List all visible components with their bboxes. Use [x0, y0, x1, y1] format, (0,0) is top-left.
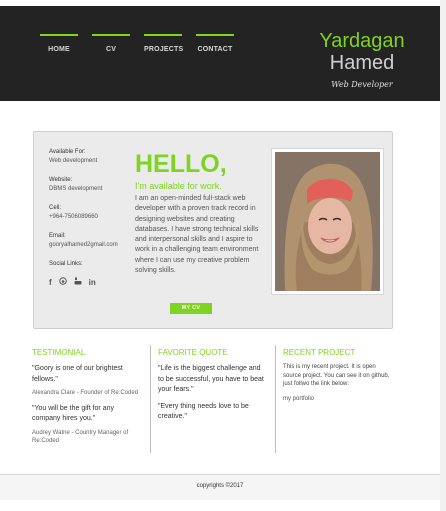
- facebook-icon[interactable]: f: [49, 278, 52, 287]
- page: HOME CV PROJECTS CONTACT Yardagan Hamed …: [0, 0, 440, 511]
- recent-project-description: This is my recent project. It is open so…: [283, 364, 390, 388]
- nav-contact-underline: [196, 34, 234, 36]
- website-value: DBMS development: [49, 186, 103, 192]
- brand-role: Web Developer: [331, 80, 393, 89]
- recent-project-title: RECENT PROJECT: [283, 348, 356, 357]
- profile-photo-frame: [271, 148, 384, 295]
- nav-cv-label: CV: [105, 46, 117, 53]
- contact-info: Available For: Web development Website: …: [49, 148, 139, 287]
- testimonial-quote: "Goory is one of our brightest fellows.": [32, 365, 123, 383]
- brand: Yardagan Hamed Web Developer: [302, 30, 422, 89]
- testimonial-quote: "You will be the gift for any company hi…: [32, 404, 114, 423]
- github-icon[interactable]: [58, 277, 67, 287]
- nav-home-label: HOME: [48, 46, 70, 53]
- brand-last-name: Hamed: [329, 52, 395, 74]
- available-value: Web development: [49, 158, 98, 164]
- cell-value: +964-7506089660: [49, 214, 98, 220]
- cell-label: Cell:: [49, 205, 62, 211]
- email-value[interactable]: gooryalhamed2gmail.com: [49, 241, 139, 250]
- footer: copyrights ©2017: [0, 474, 440, 500]
- brand-first-name: Yardagan: [319, 30, 405, 52]
- available-label: Available For:: [49, 149, 86, 155]
- nav-contact-label: CONTACT: [197, 46, 233, 53]
- nav-projects-underline: [144, 34, 182, 36]
- profile-card: Available For: Web development Website: …: [33, 131, 393, 329]
- nav-cv-underline: [92, 34, 130, 36]
- testimonial-title: TESTIMONIAL: [32, 348, 86, 357]
- social-links: f in: [49, 277, 139, 287]
- hello-heading: HELLO,: [135, 150, 227, 178]
- intro: HELLO, I'm available for work. I am an o…: [135, 150, 267, 276]
- nav-cv[interactable]: CV: [92, 34, 130, 64]
- copyright-text: copyrights ©2017: [196, 483, 244, 489]
- page-background: HOME CV PROJECTS CONTACT Yardagan Hamed …: [0, 0, 446, 511]
- cell-group: Cell: +964-7506089660: [49, 204, 139, 222]
- email-group: Email: gooryalhamed2gmail.com: [49, 232, 139, 250]
- nav-home[interactable]: HOME: [40, 34, 78, 64]
- youtube-icon[interactable]: [74, 277, 82, 287]
- availability-group: Available For: Web development: [49, 148, 139, 166]
- favorite-quote-text: "Life is the biggest challenge and to be…: [158, 365, 264, 393]
- nav-projects[interactable]: PROJECTS: [144, 34, 184, 64]
- testimonial-section: TESTIMONIAL "Goory is one of our brighte…: [32, 345, 142, 446]
- recent-project-section: RECENT PROJECT This is my recent project…: [275, 345, 395, 453]
- favorite-quote-section: FAVORITE QUOTE "Life is the biggest chal…: [150, 345, 268, 453]
- favorite-quote-title: FAVORITE QUOTE: [158, 348, 228, 357]
- linkedin-icon[interactable]: in: [89, 278, 96, 287]
- nav-contact[interactable]: CONTACT: [196, 34, 234, 64]
- testimonial-author: Alexandra Clare - Founder of Re:Coded: [32, 390, 139, 396]
- bio-text: I am an open-minded full-stack web devel…: [135, 195, 259, 275]
- portfolio-link[interactable]: my portfolio: [283, 396, 395, 402]
- header: HOME CV PROJECTS CONTACT Yardagan Hamed …: [0, 6, 440, 101]
- testimonial-author: Audrey Watne - Country Manager of Re:Cod…: [32, 429, 129, 445]
- availability-tagline: I'm available for work.: [135, 181, 222, 191]
- website-label: Website:: [49, 177, 73, 183]
- nav-home-underline: [40, 34, 78, 36]
- nav-projects-label: PROJECTS: [144, 46, 184, 53]
- favorite-quote-text: "Every thing needs love to be creative.": [158, 402, 249, 421]
- my-cv-button[interactable]: MY CV: [170, 303, 212, 314]
- social-links-label: Social Links:: [49, 261, 83, 267]
- profile-photo: [275, 152, 380, 291]
- email-label: Email:: [49, 233, 66, 239]
- website-group: Website: DBMS development: [49, 176, 139, 194]
